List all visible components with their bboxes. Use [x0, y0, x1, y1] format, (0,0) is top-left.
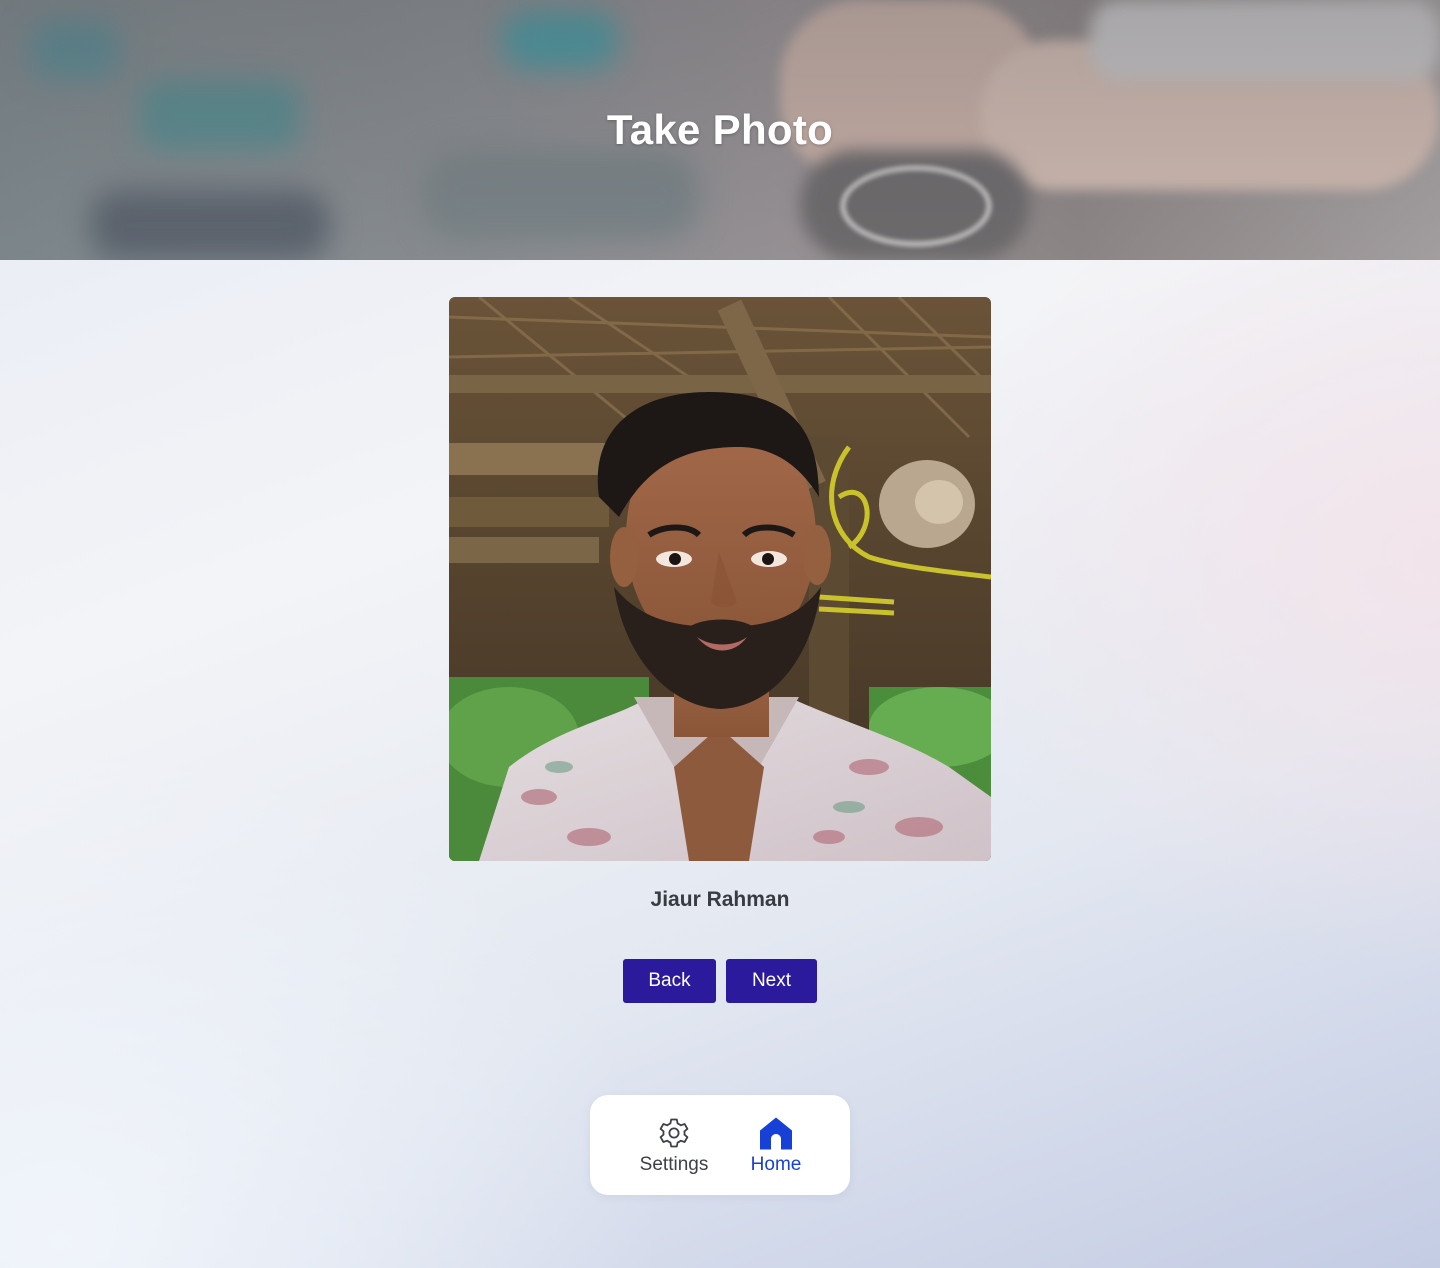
page-title: Take Photo: [606, 106, 834, 153]
home-icon: [760, 1117, 792, 1150]
header-banner: Take Photo: [0, 0, 1440, 260]
nav-label-home: Home: [750, 1154, 802, 1175]
next-button[interactable]: Next: [726, 959, 817, 1003]
nav-item-home[interactable]: Home: [741, 1115, 811, 1176]
portrait-image: [449, 297, 991, 861]
back-button[interactable]: Back: [623, 959, 716, 1003]
nav-label-settings: Settings: [639, 1154, 709, 1175]
bottom-navigation: Settings Home: [590, 1095, 850, 1195]
nav-item-settings[interactable]: Settings: [634, 1115, 714, 1176]
gear-icon: [659, 1118, 689, 1148]
person-name: Jiaur Rahman: [650, 888, 790, 911]
captured-photo: [449, 297, 991, 861]
